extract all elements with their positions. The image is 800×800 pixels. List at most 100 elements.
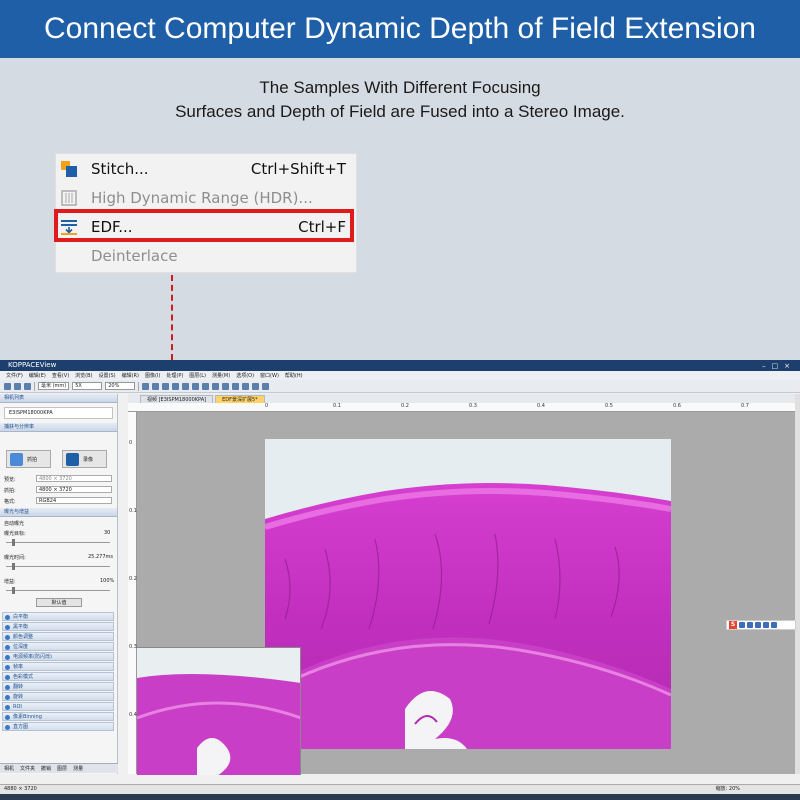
menu-view[interactable]: 查看(V) bbox=[52, 372, 69, 379]
gain-slider[interactable] bbox=[6, 587, 110, 594]
group-histogram[interactable]: 直方图 bbox=[2, 722, 114, 731]
subtitle-line-1: The Samples With Different Focusing bbox=[259, 78, 541, 97]
calibrate-icon[interactable] bbox=[252, 382, 260, 390]
ime-skin-icon[interactable] bbox=[771, 622, 777, 628]
capture-header[interactable]: 捕获与分辨率 bbox=[0, 423, 117, 432]
format-select[interactable]: RGB24 bbox=[36, 497, 112, 504]
gain-label: 增益: bbox=[4, 579, 16, 585]
ime-chinese-icon[interactable] bbox=[739, 622, 745, 628]
tab-video[interactable]: 视频 [E3ISPM18000KPA] bbox=[140, 395, 214, 403]
camera-name[interactable]: E3ISPM18000KPA bbox=[4, 407, 113, 419]
snap-label: 抓拍 bbox=[27, 456, 38, 463]
ime-keyboard-icon[interactable] bbox=[763, 622, 769, 628]
menu-settings[interactable]: 设置(S) bbox=[99, 372, 116, 379]
group-white-balance[interactable]: 白平衡 bbox=[2, 612, 114, 621]
exposure-target-label: 曝光目标: bbox=[4, 531, 26, 537]
polygon-tool-icon[interactable] bbox=[202, 382, 210, 390]
exposure-target-slider[interactable] bbox=[6, 539, 110, 546]
tab-folder[interactable]: 文件夹 bbox=[18, 765, 37, 772]
print-icon[interactable] bbox=[24, 382, 31, 390]
tab-undo[interactable]: 撤销 bbox=[39, 765, 53, 772]
save-icon[interactable] bbox=[14, 382, 21, 390]
menu-layer[interactable]: 图层(L) bbox=[189, 372, 206, 379]
status-zoom: 缩放: 20% bbox=[715, 786, 740, 792]
toolbar-separator bbox=[138, 381, 140, 391]
camera-icon bbox=[10, 452, 23, 466]
document-tabs: 视频 [E3ISPM18000KPA] EDF景深扩展5* bbox=[128, 394, 800, 403]
menu-item-label: Deinterlace bbox=[91, 246, 178, 265]
snap-resolution-label: 抓拍: bbox=[4, 488, 16, 494]
menu-browse[interactable]: 浏览(B) bbox=[75, 372, 92, 379]
group-color-adjust[interactable]: 颜色调整 bbox=[2, 632, 114, 641]
rectangle-tool-icon[interactable] bbox=[172, 382, 180, 390]
magnification-select[interactable]: 5X bbox=[72, 382, 103, 390]
ellipse-tool-icon[interactable] bbox=[192, 382, 200, 390]
scale-bar-icon[interactable] bbox=[242, 382, 250, 390]
text-tool-icon[interactable] bbox=[222, 382, 230, 390]
source-image-thumbnail[interactable] bbox=[137, 647, 301, 775]
select-tool-icon[interactable] bbox=[142, 382, 150, 390]
tab-edf[interactable]: EDF景深扩展5* bbox=[215, 395, 265, 403]
line-tool-icon[interactable] bbox=[162, 382, 170, 390]
open-icon[interactable] bbox=[4, 382, 11, 390]
group-frame-rate[interactable]: 帧率 bbox=[2, 662, 114, 671]
exposure-time-slider[interactable] bbox=[6, 563, 110, 570]
hdr-icon bbox=[61, 189, 77, 206]
menu-item-hdr[interactable]: High Dynamic Range (HDR)... bbox=[56, 183, 356, 212]
unit-select[interactable]: 毫米 (mm) bbox=[38, 382, 70, 390]
menu-item-stitch[interactable]: Stitch... Ctrl+Shift+T bbox=[56, 154, 356, 183]
camera-list-header[interactable]: 相机列表 bbox=[0, 394, 117, 403]
menu-edit-r[interactable]: 编辑(R) bbox=[122, 372, 139, 379]
arrow-tool-icon[interactable] bbox=[232, 382, 240, 390]
menu-process[interactable]: 处理(P) bbox=[166, 372, 183, 379]
ime-microphone-icon[interactable] bbox=[755, 622, 761, 628]
angle-tool-icon[interactable] bbox=[152, 382, 160, 390]
menu-options[interactable]: 选项(O) bbox=[236, 372, 254, 379]
banner: Connect Computer Dynamic Depth of Field … bbox=[0, 0, 800, 58]
windows-taskbar bbox=[0, 794, 800, 800]
group-rotate[interactable]: 旋转 bbox=[2, 692, 114, 701]
ime-punctuation-icon[interactable] bbox=[747, 622, 753, 628]
menu-image[interactable]: 图像(I) bbox=[145, 372, 160, 379]
preview-resolution-select[interactable]: 4800 × 3720 bbox=[36, 475, 112, 482]
curve-tool-icon[interactable] bbox=[212, 382, 220, 390]
group-roi[interactable]: ROI bbox=[2, 702, 114, 711]
ruler-tick: 0.7 bbox=[741, 403, 749, 409]
group-color-mode[interactable]: 色彩模式 bbox=[2, 672, 114, 681]
right-edge-panel[interactable] bbox=[795, 394, 800, 774]
toolbar-separator bbox=[34, 381, 35, 391]
menu-measure[interactable]: 测量(M) bbox=[212, 372, 230, 379]
menu-file[interactable]: 文件(F) bbox=[6, 372, 23, 379]
record-button[interactable]: 录像 bbox=[62, 450, 107, 468]
exposure-header[interactable]: 曝光与增益 bbox=[0, 508, 117, 517]
record-icon bbox=[66, 452, 79, 466]
auto-exposure-checkbox[interactable]: 自动曝光 bbox=[4, 520, 24, 527]
snap-resolution-select[interactable]: 4800 × 3720 bbox=[36, 486, 112, 493]
group-bit-depth[interactable]: 位深度 bbox=[2, 642, 114, 651]
menu-window[interactable]: 窗口(W) bbox=[260, 372, 279, 379]
ruler-horizontal: 0 0.1 0.2 0.3 0.4 0.5 0.6 0.7 bbox=[128, 403, 800, 412]
circle-tool-icon[interactable] bbox=[182, 382, 190, 390]
sogou-icon[interactable]: S bbox=[729, 621, 737, 629]
ruler-tick: 0.1 bbox=[333, 403, 341, 409]
app-window: KOPPACEView –□× 文件(F) 编辑(E) 查看(V) 浏览(B) … bbox=[0, 360, 800, 800]
format-label: 格式: bbox=[4, 499, 16, 505]
default-button[interactable]: 默认值 bbox=[36, 598, 82, 607]
subtitle: The Samples With Different Focusing Surf… bbox=[0, 76, 800, 124]
group-flip[interactable]: 翻转 bbox=[2, 682, 114, 691]
menu-edit[interactable]: 编辑(E) bbox=[29, 372, 46, 379]
image-canvas[interactable] bbox=[137, 412, 797, 775]
zoom-select[interactable]: 20% bbox=[105, 382, 136, 390]
tab-camera[interactable]: 相机 bbox=[2, 765, 16, 772]
export-icon[interactable] bbox=[262, 382, 270, 390]
app-titlebar: KOPPACEView –□× bbox=[0, 360, 800, 371]
snap-button[interactable]: 抓拍 bbox=[6, 450, 51, 468]
input-method-bar[interactable]: S bbox=[726, 620, 796, 630]
group-binning[interactable]: 像素Binning bbox=[2, 712, 114, 721]
group-power-frequency[interactable]: 电源频率(防闪烁) bbox=[2, 652, 114, 661]
menu-item-deinterlace[interactable]: Deinterlace bbox=[56, 241, 356, 270]
tab-layer[interactable]: 图层 bbox=[55, 765, 69, 772]
menu-help[interactable]: 帮助(H) bbox=[285, 372, 303, 379]
tab-measure[interactable]: 测量 bbox=[71, 765, 85, 772]
group-black-balance[interactable]: 黑平衡 bbox=[2, 622, 114, 631]
